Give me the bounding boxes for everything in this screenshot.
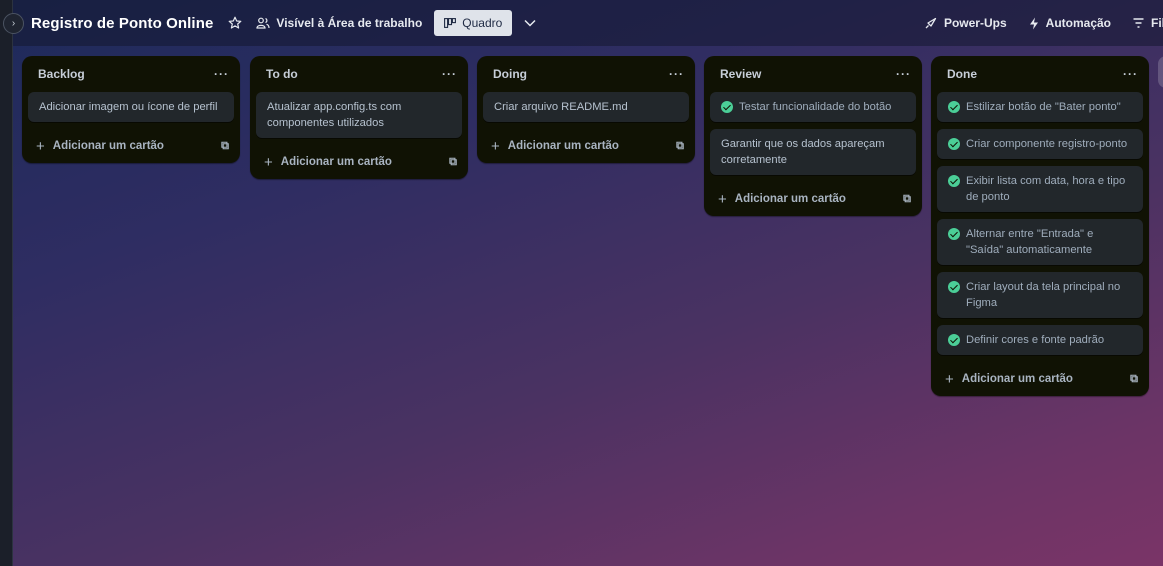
list-header: Backlog ··· [22,56,240,92]
card[interactable]: Criar arquivo README.md [483,92,689,122]
list-title[interactable]: Backlog [38,67,85,81]
powerups-button[interactable]: Power-Ups [924,16,1007,30]
filter-label: Fil [1151,16,1163,30]
expand-sidebar-button[interactable]: › [3,13,24,34]
add-card-row: + Adicionar um cartão ⧉ [477,129,695,163]
card-title: Garantir que os dados apareçam corretame… [721,138,885,166]
card-title: Alternar entre "Entrada" e "Saída" autom… [966,228,1094,256]
more-icon[interactable]: ··· [214,67,229,81]
more-icon[interactable]: ··· [669,67,684,81]
board-header: Registro de Ponto Online Visível à Área … [13,0,1163,46]
automation-label: Automação [1045,16,1111,30]
card[interactable]: Exibir lista com data, hora e tipo de po… [937,166,1143,212]
powerups-label: Power-Ups [943,16,1007,30]
filter-button[interactable]: Fil [1133,16,1163,30]
list-title[interactable]: Review [720,67,761,81]
list-backlog: Backlog ··· Adicionar imagem ou ícone de… [22,56,240,163]
list-header: Done ··· [931,56,1149,92]
team-icon [256,17,271,29]
template-icon[interactable]: ⧉ [676,140,684,153]
add-card-row: + Adicionar um cartão ⧉ [704,182,922,216]
list-review: Review ··· Testar funcionalidade do botã… [704,56,922,216]
list-header: Doing ··· [477,56,695,92]
add-card-row: + Adicionar um cartão ⧉ [931,362,1149,396]
star-icon [229,16,242,29]
card-title: Criar arquivo README.md [494,101,628,113]
list-header: Review ··· [704,56,922,92]
add-card-button[interactable]: + Adicionar um cartão [718,191,846,208]
list-header: To do ··· [250,56,468,92]
rocket-icon [925,17,937,28]
add-card-label: Adicionar um cartão [280,156,392,168]
board-title[interactable]: Registro de Ponto Online [31,15,213,32]
template-icon[interactable]: ⧉ [903,193,911,206]
add-card-label: Adicionar um cartão [734,193,846,205]
plus-icon: + [36,137,45,155]
card[interactable]: Testar funcionalidade do botão [710,92,916,122]
view-switcher-button[interactable]: Quadro [434,10,513,36]
list-title[interactable]: To do [266,67,298,81]
visibility-label: Visível à Área de trabalho [276,16,423,30]
card-title: Exibir lista com data, hora e tipo de po… [966,175,1126,203]
more-icon[interactable]: ··· [1123,67,1138,81]
star-button[interactable] [222,10,248,36]
list-done: Done ··· Estilizar botão de "Bater ponto… [931,56,1149,396]
card-title: Adicionar imagem ou ícone de perfil [39,101,218,113]
card[interactable]: Criar componente registro-ponto [937,129,1143,159]
add-card-button[interactable]: + Adicionar um cartão [945,371,1073,388]
template-icon[interactable]: ⧉ [449,156,457,169]
check-circle-icon[interactable] [948,175,960,187]
left-sidebar-rail [0,0,13,566]
filter-icon [1133,18,1144,28]
board-view-icon [444,18,457,28]
view-label: Quadro [462,16,503,30]
card[interactable]: Adicionar imagem ou ícone de perfil [28,92,234,122]
view-dropdown-button[interactable] [518,10,542,36]
template-icon[interactable]: ⧉ [221,140,229,153]
list-to-do: To do ··· Atualizar app.config.ts com co… [250,56,468,179]
list-title[interactable]: Doing [493,67,527,81]
card-title: Testar funcionalidade do botão [739,101,892,113]
card[interactable]: Estilizar botão de "Bater ponto" [937,92,1143,122]
list-doing: Doing ··· Criar arquivo README.md + Adic… [477,56,695,163]
card[interactable]: Alternar entre "Entrada" e "Saída" autom… [937,219,1143,265]
more-icon[interactable]: ··· [442,67,457,81]
plus-icon: + [718,190,727,208]
plus-icon: + [264,153,273,171]
add-list-button[interactable] [1158,56,1163,88]
check-circle-icon[interactable] [948,228,960,240]
chevron-right-icon: › [11,18,16,29]
card-title: Criar componente registro-ponto [966,138,1128,150]
lightning-icon [1029,17,1038,29]
check-circle-icon[interactable] [948,281,960,293]
list-title[interactable]: Done [947,67,977,81]
card-title: Definir cores e fonte padrão [966,334,1105,346]
card-title: Atualizar app.config.ts com componentes … [267,101,402,129]
add-card-label: Adicionar um cartão [961,373,1073,385]
check-circle-icon[interactable] [948,101,960,113]
chevron-down-icon [524,19,536,27]
more-icon[interactable]: ··· [896,67,911,81]
add-card-button[interactable]: + Adicionar um cartão [264,154,392,171]
card[interactable]: Definir cores e fonte padrão [937,325,1143,355]
card[interactable]: Garantir que os dados apareçam corretame… [710,129,916,175]
add-card-row: + Adicionar um cartão ⧉ [22,129,240,163]
automation-button[interactable]: Automação [1029,16,1111,30]
add-card-row: + Adicionar um cartão ⧉ [250,145,468,179]
check-circle-icon[interactable] [948,138,960,150]
card[interactable]: Criar layout da tela principal no Figma [937,272,1143,318]
card-title: Estilizar botão de "Bater ponto" [966,101,1121,113]
card-title: Criar layout da tela principal no Figma [966,281,1121,309]
add-card-button[interactable]: + Adicionar um cartão [491,138,619,155]
add-card-label: Adicionar um cartão [507,140,619,152]
plus-icon: + [491,137,500,155]
check-circle-icon[interactable] [948,334,960,346]
template-icon[interactable]: ⧉ [1130,373,1138,386]
card[interactable]: Atualizar app.config.ts com componentes … [256,92,462,138]
add-card-button[interactable]: + Adicionar um cartão [36,138,164,155]
plus-icon: + [945,370,954,388]
add-card-label: Adicionar um cartão [52,140,164,152]
check-circle-icon[interactable] [721,101,733,113]
visibility-button[interactable]: Visível à Área de trabalho [256,16,422,30]
